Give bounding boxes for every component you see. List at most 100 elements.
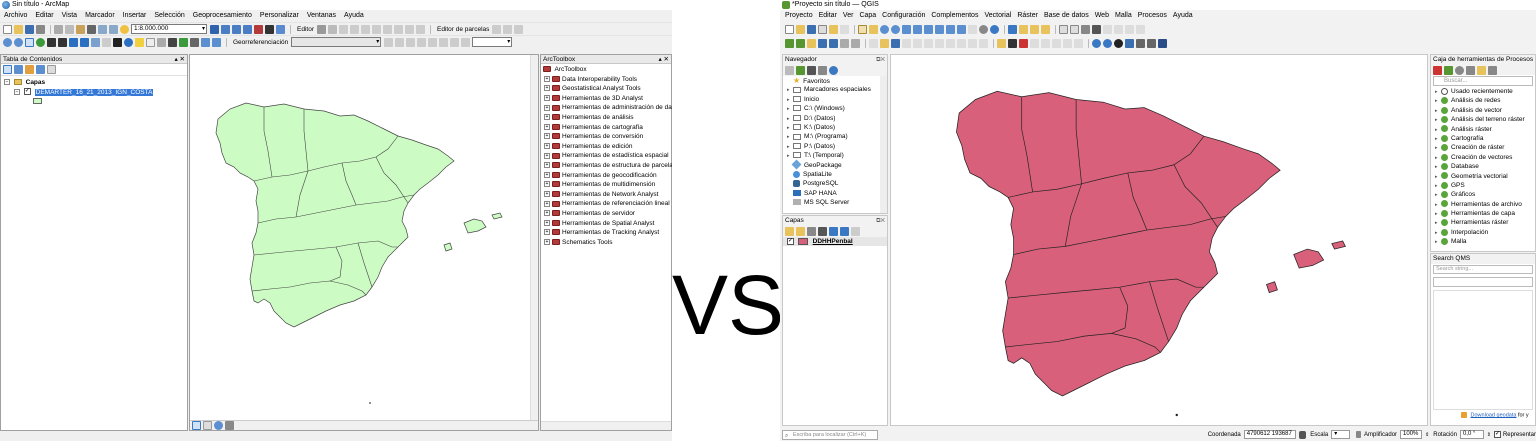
sketch-properties-icon[interactable] (404, 24, 414, 34)
toc-options-icon[interactable] (47, 65, 56, 74)
plugin-icon-4[interactable] (1158, 38, 1167, 48)
parcel-editor-menu[interactable]: Editor de parcelas (437, 26, 489, 33)
zoom-to-layer-icon[interactable] (924, 24, 933, 34)
balearic-island-mallorca[interactable] (1293, 248, 1325, 269)
spain-mainland-polygon[interactable] (215, 102, 455, 328)
properties-icon[interactable] (829, 66, 838, 75)
label-tool-icon-6[interactable] (1074, 38, 1083, 48)
rotate-icon[interactable] (382, 24, 392, 34)
processing-item[interactable]: ▸ GPS (1431, 181, 1535, 190)
go-to-xy-icon[interactable] (190, 37, 199, 47)
open-attribute-table-icon[interactable] (1059, 24, 1068, 34)
menu-malla[interactable]: Malla (1115, 10, 1132, 22)
models-icon[interactable] (1433, 65, 1442, 75)
menu-procesos[interactable]: Procesos (1138, 10, 1167, 22)
menu-ayuda[interactable]: Ayuda (1173, 10, 1193, 22)
add-delimited-text-icon[interactable] (807, 38, 816, 48)
statistical-summary-icon[interactable] (1092, 24, 1101, 34)
plugin-icon-2[interactable] (1136, 38, 1145, 48)
toolbox-item[interactable]: + Herramientas de conversión (541, 132, 671, 142)
new-map-view-icon[interactable] (968, 24, 977, 34)
temporal-controller-icon[interactable] (979, 24, 988, 34)
reshape-icon[interactable] (360, 24, 370, 34)
balearic-island-menorca[interactable] (1331, 240, 1346, 250)
sketch-tool-icon[interactable] (327, 24, 337, 34)
expand-all-icon[interactable] (829, 227, 838, 236)
toolbox-item[interactable]: + Herramientas de análisis (541, 113, 671, 123)
toolbox-item[interactable]: + Herramientas de Network Analyst (541, 190, 671, 200)
toolbox-item[interactable]: + Herramientas de estadística espacial (541, 151, 671, 161)
processing-item[interactable]: ▸ Geometría vectorial (1431, 172, 1535, 181)
vertex-tool-icon[interactable] (913, 38, 922, 48)
arcmap-map-view[interactable] (189, 54, 539, 431)
qms-icon[interactable] (1103, 38, 1112, 48)
list-by-visibility-icon[interactable] (25, 65, 34, 74)
expand-icon[interactable]: + (544, 200, 550, 207)
browser-item[interactable]: PostgreSQL (783, 179, 887, 188)
menu-vectorial[interactable]: Vectorial (984, 10, 1011, 22)
fixed-zoom-in-icon[interactable] (47, 37, 56, 47)
find-icon[interactable] (168, 37, 177, 47)
menu-proyecto[interactable]: Proyecto (785, 10, 813, 22)
label-tool-icon-3[interactable] (1041, 38, 1050, 48)
browser-item[interactable]: ▸ K:\ (Datos) (783, 123, 887, 132)
open-layer-styling-icon[interactable] (785, 227, 794, 236)
clear-selection-icon[interactable] (102, 37, 111, 47)
pan-icon[interactable] (25, 37, 34, 47)
processing-item[interactable]: ▸ Malla (1431, 237, 1535, 246)
qgis-layer-name[interactable]: DDHHPenbal (813, 238, 853, 245)
label-tool-icon-4[interactable] (1052, 38, 1061, 48)
toolbox-item[interactable]: + Herramientas de Tracking Analyst (541, 228, 671, 238)
expand-icon[interactable]: + (544, 104, 550, 111)
menu-editar[interactable]: Editar (819, 10, 837, 22)
zoom-out-icon[interactable] (891, 24, 900, 34)
collapse-icon[interactable]: − (14, 88, 20, 95)
menu-personalizar[interactable]: Personalizar (260, 10, 299, 22)
browser-item[interactable]: SpatiaLite (783, 170, 887, 179)
menu-complementos[interactable]: Complementos (931, 10, 978, 22)
toolbox-item[interactable]: + Herramientas de estructura de parcela (541, 161, 672, 171)
menu-web[interactable]: Web (1095, 10, 1109, 22)
browser-item[interactable]: ▸ T:\ (Temporal) (783, 151, 887, 160)
expand-icon[interactable]: + (544, 152, 550, 159)
zoom-full-icon[interactable] (902, 24, 911, 34)
georeferencing-menu[interactable]: Georreferenciación (233, 39, 288, 46)
qgis-map-svg[interactable] (891, 55, 1428, 426)
remove-layer-icon[interactable] (851, 227, 860, 236)
expand-icon[interactable]: + (544, 191, 550, 197)
straight-segment-icon[interactable] (338, 24, 348, 34)
pan-map-icon[interactable] (858, 24, 867, 34)
expand-icon[interactable]: + (544, 229, 550, 236)
measure-icon[interactable] (1081, 24, 1090, 34)
toolbox-item[interactable]: + Herramientas de edición (541, 142, 671, 152)
toc-layer-name[interactable]: DEMARTER_16_21_2013_IGN_COSTA (34, 88, 154, 96)
digitize-icon[interactable] (902, 38, 911, 48)
scale-combo[interactable]: ▾ (1331, 430, 1350, 439)
georef-tool-icon-2[interactable] (395, 37, 405, 47)
text-annotation-icon[interactable] (1136, 24, 1145, 34)
qms-search-input[interactable]: Search string... (1433, 265, 1533, 274)
html-popup-icon[interactable] (146, 37, 155, 47)
refresh-view-icon[interactable] (214, 421, 223, 430)
menu-editar[interactable]: Editar (35, 10, 53, 22)
collapse-all-icon[interactable] (840, 227, 849, 236)
map-tips-icon[interactable] (1125, 24, 1134, 34)
editor-menu[interactable]: Editor (297, 26, 314, 33)
processing-item[interactable]: ▸ Usado recientemente (1431, 87, 1535, 96)
toggle-editing-icon[interactable] (880, 38, 889, 48)
list-by-drawing-order-icon[interactable] (3, 65, 12, 74)
georef-tool-icon[interactable] (384, 37, 394, 47)
hyperlink-icon[interactable] (135, 37, 144, 47)
label-pin-icon[interactable] (1019, 38, 1028, 48)
print-icon[interactable] (36, 24, 45, 34)
processing-item[interactable]: ▸ Creación de ráster (1431, 143, 1535, 152)
magnifier-field[interactable]: 100% (1400, 430, 1423, 439)
processing-item[interactable]: ▸ Análisis de redes (1431, 96, 1535, 105)
back-extent-icon[interactable] (69, 37, 78, 47)
browser-dock-close-icon[interactable]: ⧉✕ (876, 55, 885, 65)
filter-legend-icon[interactable] (818, 227, 827, 236)
browser-item[interactable]: MS SQL Server (783, 198, 887, 207)
add-postgis-icon[interactable] (818, 38, 827, 48)
toc-window-icon[interactable] (221, 24, 230, 34)
layout-view-icon[interactable] (203, 421, 212, 430)
